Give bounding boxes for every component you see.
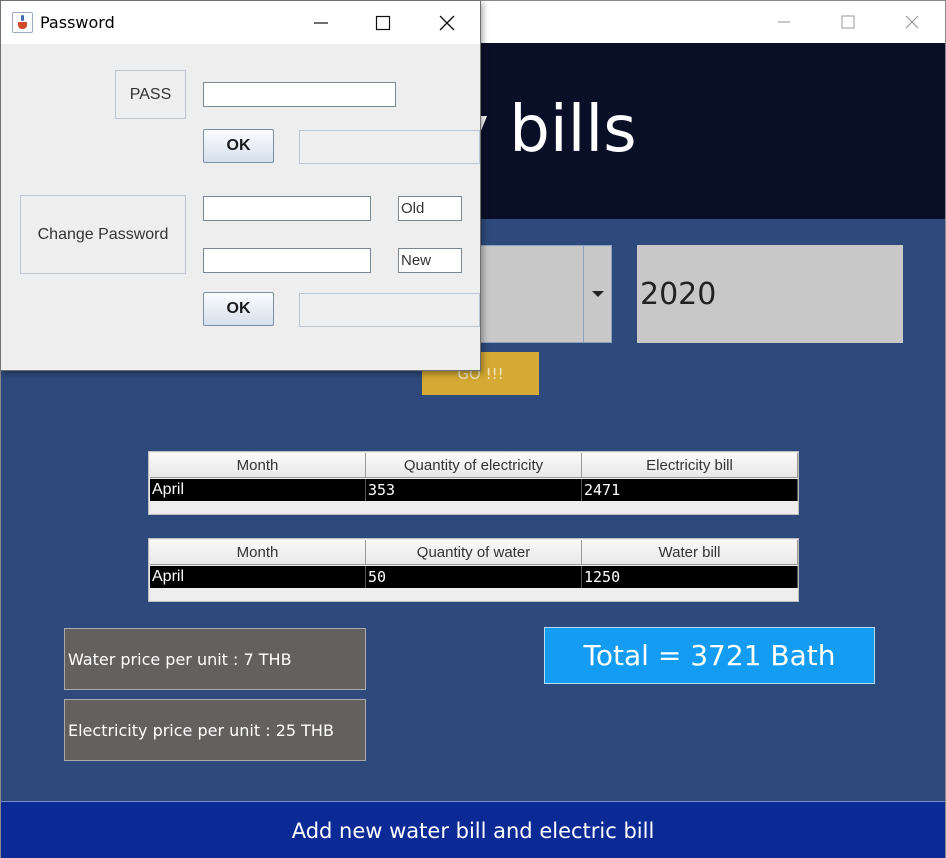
table-cell[interactable]: April: [150, 479, 366, 501]
column-header[interactable]: Electricity bill: [582, 453, 798, 478]
pass-label: PASS: [115, 70, 186, 119]
new-label: New: [398, 248, 462, 273]
table-cell[interactable]: 50: [366, 566, 582, 588]
minimize-icon: [314, 21, 328, 24]
password-input[interactable]: [203, 82, 396, 107]
column-header[interactable]: Quantity of electricity: [366, 453, 582, 478]
password-dialog: Password PASS OK Change Password Old New…: [0, 0, 481, 371]
change-password-ok-button[interactable]: OK: [203, 292, 274, 326]
water-table: Month Quantity of water Water bill April…: [148, 538, 799, 602]
old-password-input[interactable]: [203, 196, 371, 221]
new-password-input[interactable]: [203, 248, 371, 273]
water-table-header: Month Quantity of water Water bill: [150, 540, 798, 565]
maximize-icon: [841, 15, 855, 29]
table-cell[interactable]: 353: [366, 479, 582, 501]
minimize-button[interactable]: [761, 1, 807, 43]
dialog-maximize-button[interactable]: [352, 1, 414, 44]
table-cell[interactable]: 2471: [582, 479, 798, 501]
maximize-icon: [375, 15, 391, 30]
electricity-table: Month Quantity of electricity Electricit…: [148, 451, 799, 515]
column-header[interactable]: Month: [150, 453, 366, 478]
column-header[interactable]: Water bill: [582, 540, 798, 565]
java-icon: [12, 12, 33, 33]
dialog-title: Password: [40, 13, 115, 32]
minimize-icon: [778, 21, 790, 23]
password-ok-button[interactable]: OK: [203, 129, 274, 163]
column-header[interactable]: Month: [150, 540, 366, 565]
total-label: Total = 3721 Bath: [544, 627, 875, 684]
month-dropdown-button[interactable]: [583, 246, 611, 342]
close-icon: [905, 15, 919, 29]
table-cell[interactable]: 1250: [582, 566, 798, 588]
close-button[interactable]: [889, 1, 935, 43]
dialog-titlebar: Password: [1, 1, 480, 44]
chevron-down-icon: [591, 291, 604, 297]
add-bill-button[interactable]: Add new water bill and electric bill: [1, 801, 945, 858]
change-password-label: Change Password: [20, 195, 186, 274]
change-password-status-field: [299, 293, 480, 327]
electricity-price-label: Electricity price per unit : 25 THB: [64, 699, 366, 761]
screen: y bills 2020 GO !!! Month Quantity of el…: [0, 0, 946, 858]
table-row[interactable]: April 50 1250: [150, 566, 798, 588]
dialog-minimize-button[interactable]: [290, 1, 352, 44]
table-row[interactable]: April 353 2471: [150, 479, 798, 501]
column-header[interactable]: Quantity of water: [366, 540, 582, 565]
maximize-button[interactable]: [825, 1, 871, 43]
table-cell[interactable]: April: [150, 566, 366, 588]
electricity-table-header: Month Quantity of electricity Electricit…: [150, 453, 798, 478]
close-icon: [439, 15, 455, 30]
old-label: Old: [398, 196, 462, 221]
water-price-label: Water price per unit : 7 THB: [64, 628, 366, 690]
year-field[interactable]: 2020: [637, 245, 903, 343]
dialog-close-button[interactable]: [416, 1, 478, 44]
password-status-field: [299, 130, 480, 164]
